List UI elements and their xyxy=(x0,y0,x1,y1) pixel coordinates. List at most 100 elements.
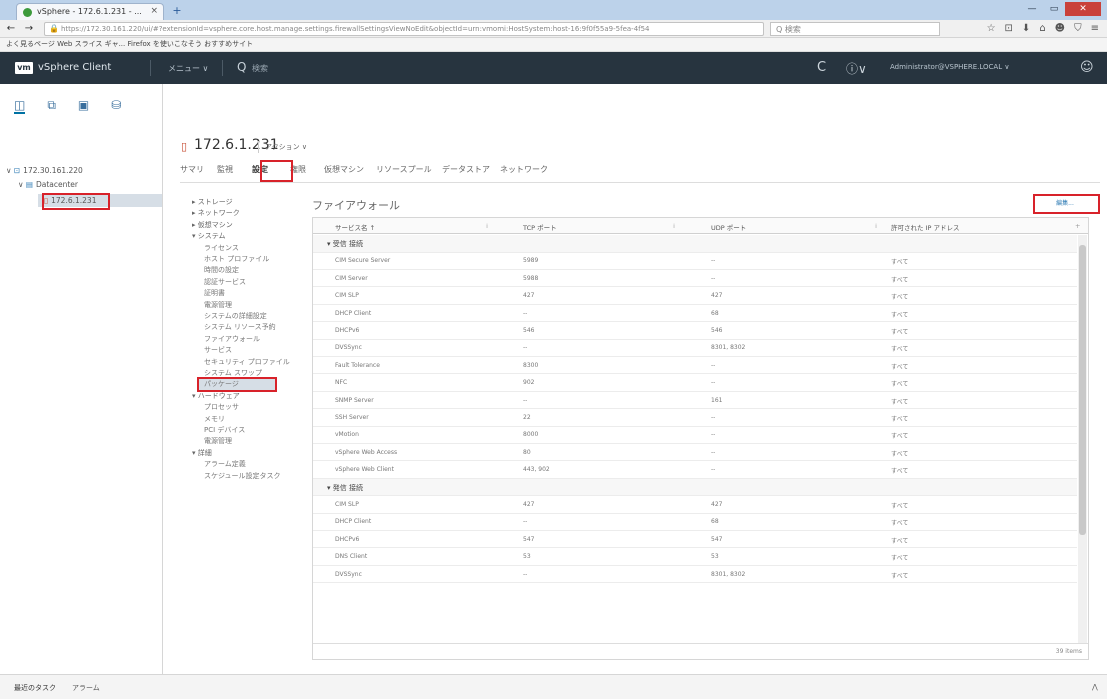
settings-menu-item[interactable]: ▾ ハードウェア xyxy=(192,391,240,401)
maximize-button[interactable]: ▭ xyxy=(1043,2,1065,16)
browser-search-box[interactable]: Q 検索 xyxy=(770,22,940,36)
vms-templates-icon[interactable]: ⧉ xyxy=(47,98,56,114)
table-row[interactable]: SSH Server 22 -- すべて xyxy=(313,409,1077,427)
tab-4[interactable]: 仮想マシン xyxy=(324,164,364,175)
column-header-udp[interactable]: UDP ポート xyxy=(711,222,746,232)
header-divider xyxy=(150,60,151,76)
table-row[interactable]: vMotion 8000 -- すべて xyxy=(313,426,1077,444)
settings-menu-item[interactable]: ▸ ストレージ xyxy=(192,197,233,207)
back-button[interactable]: ← xyxy=(4,22,18,36)
table-group-row[interactable]: ▾ 受信 接続 xyxy=(313,235,1077,253)
settings-menu-item[interactable]: システム リソース予約 xyxy=(204,322,276,332)
tab-6[interactable]: データストア xyxy=(442,164,490,175)
table-row[interactable]: DHCP Client -- 68 すべて xyxy=(313,305,1077,323)
settings-menu-item[interactable]: ▾ 詳細 xyxy=(192,448,212,458)
settings-menu-item[interactable]: 時間の設定 xyxy=(204,265,239,275)
table-cell-udp: 8301, 8302 xyxy=(711,570,746,578)
browser-toolbar-icon[interactable]: ≡ xyxy=(1091,22,1099,36)
settings-menu-item[interactable]: ▸ ネットワーク xyxy=(192,208,240,218)
settings-menu-item[interactable]: ▸ 仮想マシン xyxy=(192,220,233,230)
table-row[interactable]: vSphere Web Client 443, 902 -- すべて xyxy=(313,461,1077,479)
highlight-box xyxy=(197,377,277,392)
table-header: サービス名 ↑ ⁞ TCP ポート ⁞ UDP ポート ⁞ 許可された IP ア… xyxy=(313,218,1088,234)
settings-menu-item[interactable]: ファイアウォール xyxy=(204,334,260,344)
settings-menu-item[interactable]: ホスト プロファイル xyxy=(204,254,269,264)
tab-0[interactable]: サマリ xyxy=(180,164,204,175)
tab-1[interactable]: 監視 xyxy=(217,164,233,175)
tab-7[interactable]: ネットワーク xyxy=(500,164,548,175)
recent-tasks-tab[interactable]: 最近のタスク xyxy=(14,683,56,693)
settings-menu-item[interactable]: ライセンス xyxy=(204,243,239,253)
networking-icon[interactable]: ⛁ xyxy=(111,98,121,114)
alarms-tab[interactable]: アラーム xyxy=(72,683,100,693)
vsphere-favicon-icon xyxy=(23,8,32,17)
tree-item-vcenter[interactable]: ∨ ⊡ 172.30.161.220 xyxy=(6,166,83,175)
forward-button[interactable]: → xyxy=(22,22,36,36)
table-row[interactable]: CIM SLP 427 427 すべて xyxy=(313,287,1077,305)
global-search[interactable]: 検索 xyxy=(252,63,268,74)
browser-tab-bar: vSphere - 172.6.1.231 - ... × + — ▭ ✕ xyxy=(0,0,1107,20)
settings-menu-item[interactable]: プロセッサ xyxy=(204,402,239,412)
close-window-button[interactable]: ✕ xyxy=(1065,2,1101,16)
settings-menu-item[interactable]: メモリ xyxy=(204,414,225,424)
table-row[interactable]: DHCPv6 547 547 すべて xyxy=(313,531,1077,549)
bookmarks-text[interactable]: よく見るページ Web スライス ギャ... Firefox を使いこなそう お… xyxy=(6,39,253,49)
settings-menu-item[interactable]: セキュリティ プロファイル xyxy=(204,357,290,367)
column-toggle-icon[interactable]: + xyxy=(1075,222,1080,230)
browser-toolbar-icon[interactable]: ☻ xyxy=(1055,22,1065,36)
new-tab-button[interactable]: + xyxy=(170,4,184,18)
table-row[interactable]: SNMP Server -- 161 すべて xyxy=(313,392,1077,410)
column-header-service[interactable]: サービス名 ↑ xyxy=(335,222,375,232)
table-group-row[interactable]: ▾ 発信 接続 xyxy=(313,478,1077,497)
browser-toolbar-icon[interactable]: ⊡ xyxy=(1005,22,1013,36)
table-row[interactable]: Fault Tolerance 8300 -- すべて xyxy=(313,357,1077,375)
tab-close-icon[interactable]: × xyxy=(150,6,158,16)
browser-toolbar-icon[interactable]: ☆ xyxy=(987,22,996,36)
minimize-button[interactable]: — xyxy=(1021,2,1043,16)
settings-menu-item[interactable]: ▾ システム xyxy=(192,231,226,241)
help-icon[interactable]: ⓘ∨ xyxy=(846,60,867,77)
storage-icon[interactable]: ▣ xyxy=(78,98,89,114)
tab-5[interactable]: リソースプール xyxy=(376,164,432,175)
settings-menu-item[interactable]: PCI デバイス xyxy=(204,425,245,435)
table-row[interactable]: DHCPv6 546 546 すべて xyxy=(313,322,1077,340)
table-row[interactable]: NFC 902 -- すべて xyxy=(313,374,1077,392)
table-cell-ip: すべて xyxy=(891,555,909,563)
menu-dropdown[interactable]: メニュー ∨ xyxy=(168,63,208,74)
table-row[interactable]: DHCP Client -- 68 すべて xyxy=(313,513,1077,531)
actions-dropdown[interactable]: アクション ∨ xyxy=(265,142,307,152)
hosts-clusters-icon[interactable]: ◫ xyxy=(14,98,26,114)
settings-menu-item[interactable]: 認証サービス xyxy=(204,277,246,287)
table-row[interactable]: CIM Server 5988 -- すべて xyxy=(313,270,1077,288)
browser-tab[interactable]: vSphere - 172.6.1.231 - ... × xyxy=(16,3,164,20)
table-row[interactable]: CIM Secure Server 5989 -- すべて xyxy=(313,252,1077,270)
column-header-allowed-ip[interactable]: 許可された IP アドレス xyxy=(891,222,959,232)
search-icon[interactable]: Q xyxy=(237,60,246,74)
column-header-tcp[interactable]: TCP ポート xyxy=(523,222,557,232)
settings-menu-item[interactable]: アラーム定義 xyxy=(204,459,246,469)
settings-menu-item[interactable]: 電源管理 xyxy=(204,300,232,310)
settings-menu-item[interactable]: システムの詳細設定 xyxy=(204,311,267,321)
table-cell-name: DHCPv6 xyxy=(335,327,360,334)
settings-menu-item[interactable]: 電源管理 xyxy=(204,436,232,446)
browser-toolbar-icon[interactable]: ⛉ xyxy=(1074,22,1082,36)
expand-icon[interactable]: ⋀ xyxy=(1092,683,1098,691)
refresh-icon[interactable]: C xyxy=(817,60,826,75)
settings-menu-item[interactable]: サービス xyxy=(204,345,232,355)
tree-item-datacenter[interactable]: ∨ ▤ Datacenter xyxy=(18,180,78,189)
url-bar[interactable]: 🔒 https://172.30.161.220/ui/#?extensionI… xyxy=(44,22,764,36)
table-cell-name: vSphere Web Client xyxy=(335,466,394,474)
settings-menu-item[interactable]: スケジュール設定タスク xyxy=(204,471,281,481)
browser-toolbar-icon[interactable]: ⌂ xyxy=(1039,22,1045,36)
table-row[interactable]: DNS Client 53 53 すべて xyxy=(313,548,1077,566)
scrollbar-thumb[interactable] xyxy=(1079,245,1086,535)
table-row[interactable]: DVSSync -- 8301, 8302 すべて xyxy=(313,339,1077,357)
table-row[interactable]: CIM SLP 427 427 すべて xyxy=(313,496,1077,514)
table-row[interactable]: vSphere Web Access 80 -- すべて xyxy=(313,444,1077,462)
table-row[interactable]: DVSSync -- 8301, 8302 すべて xyxy=(313,566,1077,584)
browser-toolbar-icon[interactable]: ⬇ xyxy=(1022,22,1030,36)
user-menu[interactable]: Administrator@VSPHERE.LOCAL ∨ xyxy=(890,63,1009,71)
feedback-smiley-icon[interactable]: ☺ xyxy=(1080,60,1094,75)
table-scrollbar[interactable] xyxy=(1078,235,1087,645)
settings-menu-item[interactable]: 証明書 xyxy=(204,288,225,298)
